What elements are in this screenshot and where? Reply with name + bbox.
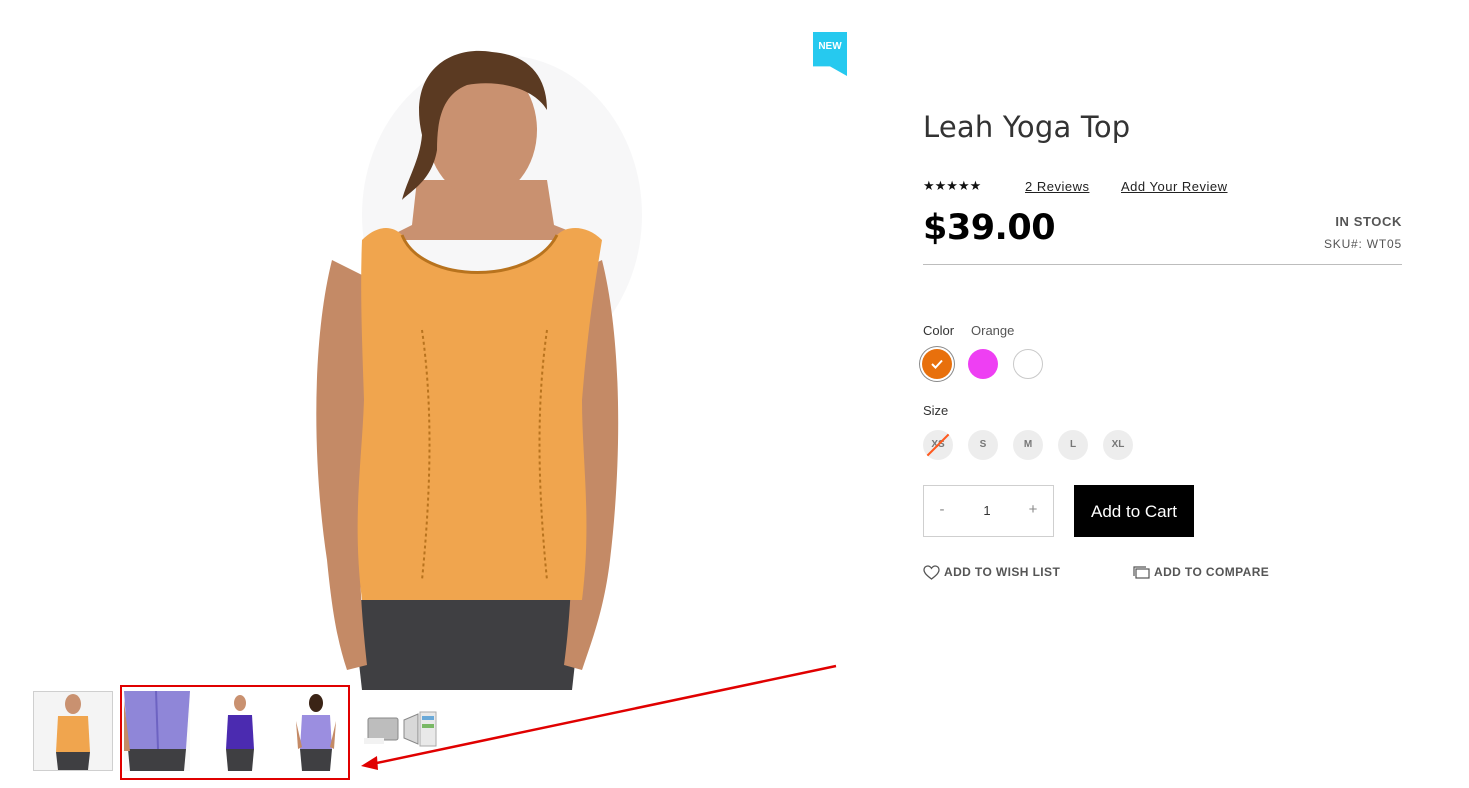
- color-selected-value: Orange: [971, 323, 1015, 338]
- unavailable-strike-icon: [926, 433, 950, 457]
- add-review-link[interactable]: Add Your Review: [1121, 179, 1228, 194]
- annotation-arrow-icon: [361, 664, 837, 770]
- add-to-compare-link[interactable]: ADD TO COMPARE: [1133, 565, 1269, 579]
- wishlist-label: ADD TO WISH LIST: [944, 565, 1061, 579]
- compare-icon: [1133, 566, 1150, 579]
- stock-status: IN STOCK: [1335, 214, 1402, 229]
- main-product-image[interactable]: [292, 40, 682, 690]
- rating-stars-icon: ★★★★★: [923, 178, 982, 193]
- product-price: $39.00: [923, 208, 1056, 248]
- quantity-decrease-button[interactable]: -: [931, 501, 953, 518]
- compare-label: ADD TO COMPARE: [1154, 565, 1270, 579]
- new-badge: NEW: [813, 32, 847, 76]
- size-option-xs[interactable]: XS: [923, 430, 953, 460]
- color-label: Color: [923, 323, 955, 338]
- check-icon: [931, 359, 943, 369]
- size-label: Size: [923, 403, 949, 418]
- size-option-l[interactable]: L: [1058, 430, 1088, 460]
- reviews-link[interactable]: 2 Reviews: [1025, 179, 1089, 194]
- size-option-s[interactable]: S: [968, 430, 998, 460]
- color-swatch-purple[interactable]: [968, 349, 998, 379]
- thumbnail-video[interactable]: [364, 708, 442, 754]
- size-option-xl[interactable]: XL: [1103, 430, 1133, 460]
- quantity-increase-button[interactable]: +: [1022, 501, 1044, 518]
- size-option-m[interactable]: M: [1013, 430, 1043, 460]
- product-title: Leah Yoga Top: [923, 110, 1131, 144]
- thumbnail-highlight-annotation: [120, 685, 350, 780]
- divider: [923, 264, 1402, 265]
- product-sku: SKU#: WT05: [1323, 237, 1402, 251]
- add-to-wishlist-link[interactable]: ADD TO WISH LIST: [923, 565, 1061, 581]
- color-swatch-white[interactable]: [1013, 349, 1043, 379]
- color-swatch-orange[interactable]: [922, 349, 952, 379]
- add-to-cart-button[interactable]: Add to Cart: [1074, 485, 1194, 537]
- quantity-input[interactable]: 1: [976, 503, 998, 518]
- heart-icon: [923, 565, 940, 581]
- thumbnail-orange-front[interactable]: [33, 691, 113, 771]
